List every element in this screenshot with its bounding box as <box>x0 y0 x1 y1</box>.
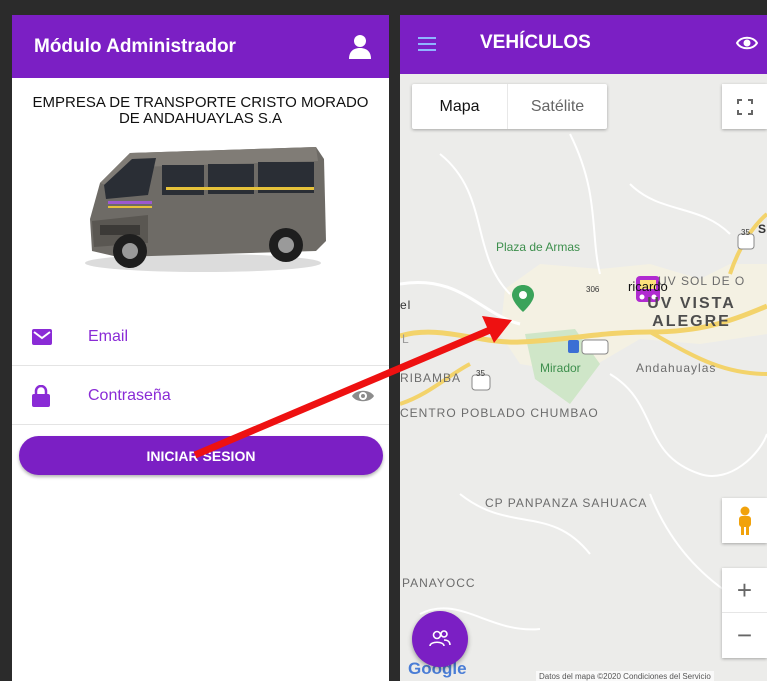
password-label: Contraseña <box>88 386 171 404</box>
map-type-satellite-button[interactable]: Satélite <box>507 84 607 129</box>
place-el: el <box>400 298 412 312</box>
fullscreen-icon <box>736 98 753 115</box>
route-shield-306 <box>581 339 609 355</box>
map-type-map-button[interactable]: Mapa <box>412 84 507 129</box>
company-name: EMPRESA DE TRANSPORTE CRISTO MORADO DE A… <box>32 94 369 127</box>
place-plaza-de-armas: Plaza de Armas <box>496 240 581 254</box>
place-uv-vista-alegre: UV VISTA ALEGRE <box>647 295 736 330</box>
place-panpanza: CP PANPANZA SAHUACA <box>485 496 648 510</box>
place-andahuaylas: Andahuaylas <box>636 361 717 375</box>
login-button[interactable]: INICIAR SESION <box>19 436 383 475</box>
map-attribution[interactable]: Datos del mapa ©2020 Condiciones del Ser… <box>536 671 714 681</box>
page-title: Módulo Administrador <box>34 35 236 57</box>
show-password-icon[interactable] <box>351 388 375 404</box>
zoom-out-button[interactable]: − <box>722 613 767 658</box>
page-title: VEHÍCULOS <box>480 32 591 53</box>
lock-icon <box>32 384 50 407</box>
street-view-button[interactable] <box>722 498 767 543</box>
place-s: S <box>758 222 767 236</box>
email-icon <box>32 328 52 345</box>
eye-icon[interactable] <box>736 35 758 51</box>
route-35-label: 35 <box>476 369 485 378</box>
route-306-label: 306 <box>586 285 600 294</box>
login-screen: Módulo Administrador EMPRESA DE TRANSPOR… <box>12 15 389 681</box>
van-image <box>85 147 326 272</box>
people-icon <box>429 630 451 647</box>
user-icon[interactable] <box>348 34 372 60</box>
pegman-icon <box>738 506 751 535</box>
vehicle-marker-label[interactable]: ricardo <box>628 279 668 294</box>
email-field[interactable]: Email <box>12 308 389 366</box>
map-type-toggle: Mapa Satélite <box>412 84 607 129</box>
password-field[interactable]: Contraseña <box>12 367 389 425</box>
vehicles-screen: Plaza de Armas UV SOL DE O UV VISTA ALEG… <box>400 15 767 681</box>
place-centro-poblado: CENTRO POBLADO CHUMBAO <box>400 406 599 420</box>
menu-icon[interactable] <box>418 37 436 51</box>
place-mirador: Mirador <box>540 361 581 375</box>
app-bar: Módulo Administrador <box>12 15 389 78</box>
route-35b-label: 35 <box>741 228 750 237</box>
place-l: L <box>402 332 410 346</box>
fullscreen-button[interactable] <box>722 84 767 129</box>
email-label: Email <box>88 327 129 345</box>
app-bar: VEHÍCULOS <box>400 15 767 74</box>
people-fab[interactable] <box>412 611 468 667</box>
place-uv-sol: UV SOL DE O <box>658 274 746 288</box>
place-panayocc: PANAYOCC <box>402 576 476 590</box>
place-ribamba: RIBAMBA <box>400 371 462 385</box>
zoom-control: + − <box>722 568 767 658</box>
zoom-in-button[interactable]: + <box>722 568 767 613</box>
